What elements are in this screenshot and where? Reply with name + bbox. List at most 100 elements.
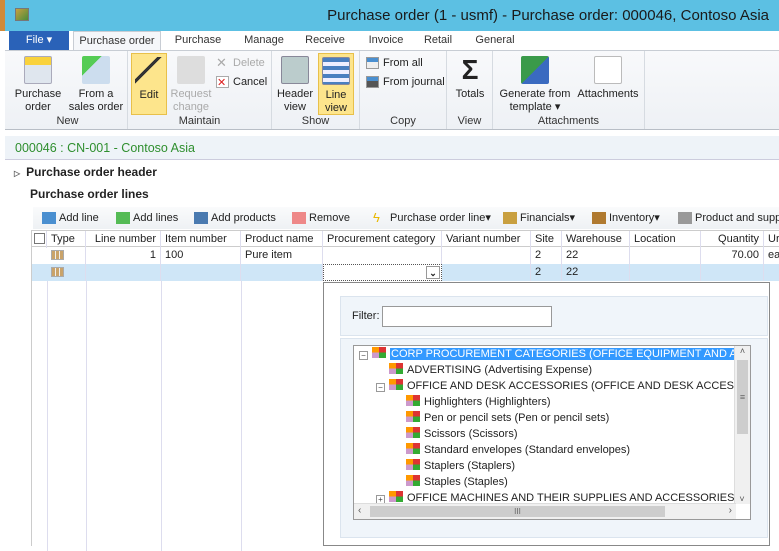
tree-node[interactable]: Highlighters (Highlighters) — [406, 395, 551, 411]
product-name-cell[interactable] — [241, 264, 323, 281]
inventory-menu[interactable]: Inventory▾ — [592, 210, 660, 226]
horizontal-scrollbar[interactable]: ‹ III › — [354, 503, 736, 519]
filter-input[interactable] — [382, 306, 552, 327]
category-icon — [389, 491, 403, 502]
location-cell[interactable] — [630, 264, 701, 281]
category-icon — [389, 363, 403, 374]
scroll-left-icon[interactable]: ‹ — [358, 505, 361, 516]
quantity-cell[interactable] — [701, 264, 764, 281]
from-all-button[interactable]: From all — [366, 55, 423, 71]
category-icon — [406, 395, 420, 406]
line-number-cell[interactable] — [86, 264, 161, 281]
tree-node[interactable]: CORP PROCUREMENT CATEGORIES (OFFICE EQUI… — [372, 347, 750, 363]
add-products-button[interactable]: Add products — [194, 210, 276, 226]
variant-number-cell[interactable] — [442, 264, 531, 281]
add-line-button[interactable]: Add line — [42, 210, 99, 226]
procurement-category-cell[interactable] — [323, 247, 442, 264]
edit-button[interactable]: Edit — [131, 53, 167, 115]
copy-journal-icon — [366, 76, 379, 88]
template-icon — [521, 56, 549, 84]
scrollbar-thumb[interactable]: III — [370, 506, 665, 517]
tab-retail[interactable]: Retail — [419, 31, 457, 51]
select-all-checkbox[interactable] — [32, 231, 47, 248]
col-procurement-category[interactable]: Procurement category — [323, 231, 442, 248]
tab-purchase-order[interactable]: Purchase order — [73, 31, 161, 51]
tree-node[interactable]: Pen or pencil sets (Pen or pencil sets) — [406, 411, 609, 427]
item-number-cell[interactable]: 100 — [161, 247, 241, 264]
purchase-order-header-section[interactable]: ▷ Purchase order header — [14, 165, 157, 179]
col-location[interactable]: Location — [630, 231, 701, 248]
scroll-right-icon[interactable]: › — [729, 505, 732, 516]
delete-button[interactable]: ✕ Delete — [216, 55, 265, 71]
remove-button[interactable]: Remove — [292, 210, 350, 226]
totals-button[interactable]: Σ Totals — [452, 53, 488, 101]
group-show: Header view Line view Show — [272, 51, 360, 129]
tree-node[interactable]: ADVERTISING (Advertising Expense) — [389, 363, 592, 379]
add-lines-icon — [116, 212, 130, 224]
tree-node[interactable]: OFFICE AND DESK ACCESSORIES (OFFICE AND … — [389, 379, 750, 395]
purchase-order-button[interactable]: Purchase order — [12, 53, 64, 114]
financials-menu[interactable]: Financials▾ — [503, 210, 575, 226]
add-lines-button[interactable]: Add lines — [116, 210, 178, 226]
financials-icon — [503, 212, 517, 224]
procurement-category-dropdown[interactable]: ⌄ — [323, 264, 442, 281]
line-number-cell[interactable]: 1 — [86, 247, 161, 264]
scrollbar-thumb[interactable]: ≡ — [737, 360, 748, 434]
tab-purchase[interactable]: Purchase — [165, 31, 231, 51]
tab-invoice[interactable]: Invoice — [361, 31, 411, 51]
col-site[interactable]: Site — [531, 231, 562, 248]
tree-node[interactable]: Scissors (Scissors) — [406, 427, 518, 443]
sigma-icon: Σ — [461, 54, 479, 85]
quantity-cell[interactable]: 70.00 — [701, 247, 764, 264]
warehouse-cell[interactable]: 22 — [562, 264, 630, 281]
tab-manage[interactable]: Manage — [237, 31, 291, 51]
grid-header: Type Line number Item number Product nam… — [32, 230, 779, 248]
tab-general[interactable]: General — [471, 31, 519, 51]
col-warehouse[interactable]: Warehouse — [562, 231, 630, 248]
col-quantity[interactable]: Quantity — [701, 231, 764, 248]
from-journal-button[interactable]: From journal — [366, 74, 445, 90]
chevron-down-icon[interactable]: ⌄ — [426, 266, 440, 279]
line-view-button[interactable]: Line view — [318, 53, 354, 115]
category-icon — [406, 443, 420, 454]
collapse-icon[interactable]: − — [359, 351, 368, 360]
col-item-number[interactable]: Item number — [161, 231, 241, 248]
tree-node[interactable]: Standard envelopes (Standard envelopes) — [406, 443, 630, 459]
table-row[interactable]: 1 100 Pure item 2 22 70.00 ea — [32, 247, 779, 264]
col-line-number[interactable]: Line number — [86, 231, 161, 248]
scroll-down-icon[interactable]: ˅ — [735, 494, 749, 504]
add-line-icon — [42, 212, 56, 224]
tab-file[interactable]: File ▾ — [9, 31, 69, 51]
variant-number-cell[interactable] — [442, 247, 531, 264]
col-product-name[interactable]: Product name — [241, 231, 323, 248]
product-name-cell[interactable]: Pure item — [241, 247, 323, 264]
from-sales-order-button[interactable]: From a sales order — [66, 53, 126, 114]
vertical-scrollbar[interactable]: ˄ ≡ ˅ — [734, 346, 750, 504]
warehouse-cell[interactable]: 22 — [562, 247, 630, 264]
copy-arrow-icon — [82, 56, 110, 84]
col-type[interactable]: Type — [47, 231, 86, 248]
filter-pane: Filter: — [340, 296, 768, 336]
location-cell[interactable] — [630, 247, 701, 264]
attachments-button[interactable]: Attachments — [575, 53, 641, 101]
site-cell[interactable]: 2 — [531, 247, 562, 264]
col-variant-number[interactable]: Variant number — [442, 231, 531, 248]
header-view-button[interactable]: Header view — [276, 53, 314, 114]
request-change-button[interactable]: Request change — [168, 53, 214, 114]
collapse-icon[interactable]: − — [376, 383, 385, 392]
site-cell[interactable]: 2 — [531, 264, 562, 281]
scroll-up-icon[interactable]: ˄ — [735, 346, 750, 360]
generate-from-template-button[interactable]: Generate from template ▾ — [497, 53, 573, 114]
category-icon — [372, 347, 386, 358]
tab-receive[interactable]: Receive — [299, 31, 351, 51]
col-unit[interactable]: Ur — [764, 231, 779, 248]
product-and-supplier-menu[interactable]: Product and suppl — [678, 210, 779, 226]
tree-node[interactable]: Staplers (Staplers) — [406, 459, 515, 475]
table-row[interactable]: ⌄ 2 22 — [32, 264, 779, 281]
purchase-order-line-menu[interactable]: ϟ Purchase order line▾ — [373, 210, 491, 226]
item-number-cell[interactable] — [161, 264, 241, 281]
unit-cell[interactable]: ea — [764, 247, 779, 264]
cancel-button[interactable]: ✕ Cancel — [216, 74, 267, 90]
group-view: Σ Totals View — [447, 51, 493, 129]
tree-node[interactable]: Staples (Staples) — [406, 475, 508, 491]
